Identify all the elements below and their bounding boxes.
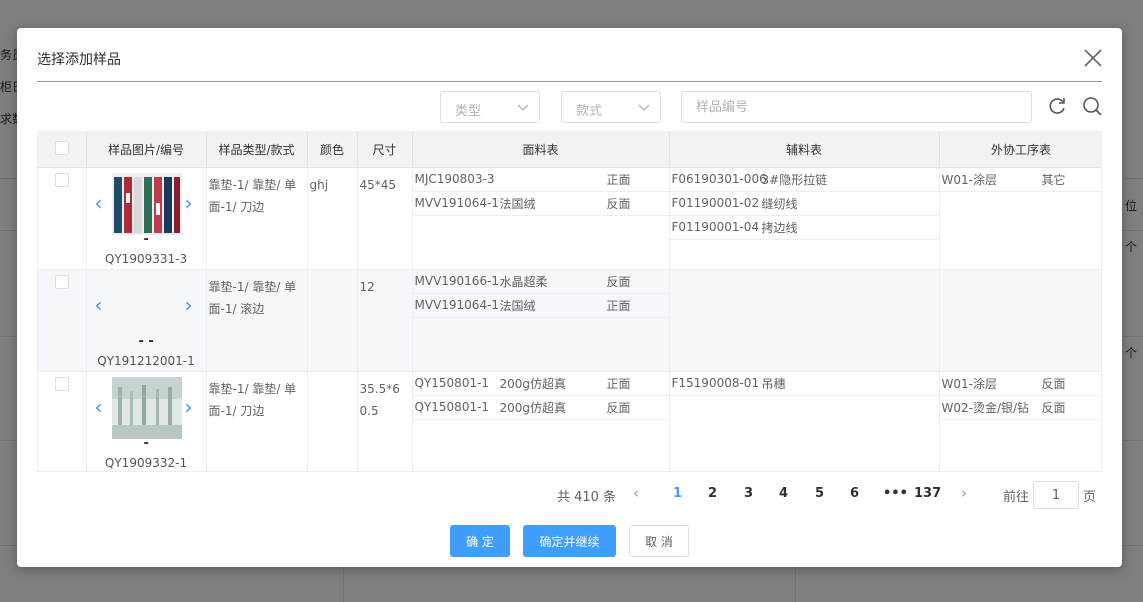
process-cell-empty (939, 269, 1101, 372)
sample-thumbnail[interactable] (111, 172, 182, 235)
search-icon[interactable] (1081, 95, 1103, 117)
sample-color: ghj (309, 177, 329, 192)
sample-size: 35.5*60.5 (359, 381, 400, 418)
sample-type: 靠垫-1/ 靠垫/ 单面-1/ 滚边 (208, 279, 297, 316)
next-image-icon[interactable]: › (185, 397, 193, 417)
accessory-row: F01190001-04 拷边线 (669, 216, 939, 240)
goto-page-input[interactable] (1033, 481, 1079, 509)
type-select-placeholder: 类型 (455, 104, 482, 119)
style-select[interactable]: 款式 (561, 91, 661, 123)
row-checkbox[interactable] (54, 274, 69, 289)
next-page-icon[interactable]: › (961, 484, 967, 502)
chevron-down-icon (638, 104, 650, 111)
sample-color (308, 372, 357, 378)
row-checkbox[interactable] (54, 172, 69, 187)
accessory-row: F06190301-006 3#隐形拉链 (669, 168, 939, 192)
header-accessories: 辅料表 (669, 132, 940, 168)
select-all-checkbox[interactable] (54, 140, 69, 155)
accessory-cell-empty (669, 269, 940, 372)
page-1[interactable]: 1 (673, 486, 682, 501)
select-all-cell (38, 132, 87, 168)
next-image-icon[interactable]: › (185, 193, 193, 213)
sample-code-input[interactable] (681, 91, 1032, 123)
header-fabrics: 面料表 (412, 132, 670, 168)
process-row: W01-涂层 其它 (939, 168, 1101, 192)
dialog-title: 选择添加样品 (37, 52, 121, 68)
sample-type: 靠垫-1/ 靠垫/ 单面-1/ 刀边 (208, 177, 297, 214)
page-3[interactable]: 3 (744, 486, 753, 501)
header-processes: 外协工序表 (939, 132, 1101, 168)
confirm-button[interactable]: 确 定 (450, 525, 510, 557)
fabric-row: MVV190166-1 水晶超柔 反面 (412, 270, 669, 294)
page-6[interactable]: 6 (850, 486, 859, 501)
header-type-style: 样品类型/款式 (206, 132, 308, 168)
sample-code: QY1909331-3 (104, 251, 188, 266)
prev-image-icon[interactable]: ‹ (95, 295, 103, 315)
table-row[interactable]: ‹ › - - QY191212001-1 靠垫-1/ 靠垫/ 单面-1/ 滚边… (38, 269, 1101, 372)
fabric-row: MVV191064-1 法国绒 反面 (412, 192, 669, 216)
title-divider (37, 81, 1102, 82)
pagination-total: 共 410 条 (557, 490, 617, 505)
cancel-button[interactable]: 取 消 (629, 525, 689, 557)
image-dash: - (143, 231, 149, 247)
page-4[interactable]: 4 (779, 486, 788, 501)
sample-table: 样品图片/编号 样品类型/款式 颜色 尺寸 面料表 辅料表 外协工序表 ‹ › … (37, 131, 1102, 472)
process-row: W01-涂层 反面 (939, 372, 1101, 396)
fabric-row: MJC190803-3 正面 (412, 168, 669, 192)
sample-color (308, 270, 357, 276)
add-sample-dialog: 选择添加样品 类型 款式 样品图片/编号 样品类型/款式 颜色 (17, 28, 1122, 567)
process-row: W02-烫金/银/钻 反面 (939, 396, 1101, 420)
sample-size: 45*45 (359, 177, 397, 192)
header-image-code: 样品图片/编号 (86, 132, 207, 168)
header-size: 尺寸 (357, 132, 413, 168)
image-dash: - - (138, 333, 154, 349)
sample-size: 12 (359, 279, 375, 294)
page-last[interactable]: 137 (914, 486, 941, 501)
next-image-icon[interactable]: › (185, 295, 193, 315)
goto-label: 前往 (1003, 490, 1030, 505)
sample-code: QY191212001-1 (97, 353, 195, 368)
sample-code: QY1909332-1 (104, 455, 188, 470)
refresh-icon[interactable] (1046, 95, 1068, 117)
table-row[interactable]: ‹ › - QY1909331-3 靠垫-1/ 靠垫/ 单面-1/ 刀边 ghj… (38, 167, 1101, 270)
page-more[interactable]: ••• (883, 486, 908, 501)
close-icon[interactable] (1082, 47, 1104, 69)
goto-suffix: 页 (1083, 490, 1097, 505)
prev-image-icon[interactable]: ‹ (95, 397, 103, 417)
fabric-row: QY150801-1 200g仿超真 反面 (412, 396, 669, 420)
header-color: 颜色 (307, 132, 358, 168)
accessory-row: F01190001-02 缝纫线 (669, 192, 939, 216)
page-5[interactable]: 5 (815, 486, 824, 501)
table-row[interactable]: ‹ › - QY1909332-1 靠垫-1/ 靠垫/ 单面-1/ 刀边 35.… (38, 371, 1101, 471)
row-checkbox[interactable] (54, 376, 69, 391)
chevron-down-icon (517, 104, 529, 111)
prev-page-icon[interactable]: ‹ (633, 484, 639, 502)
table-header: 样品图片/编号 样品类型/款式 颜色 尺寸 面料表 辅料表 外协工序表 (38, 132, 1101, 168)
type-select[interactable]: 类型 (440, 91, 540, 123)
image-dash: - (143, 435, 149, 451)
sample-type: 靠垫-1/ 靠垫/ 单面-1/ 刀边 (208, 381, 297, 418)
fabric-row: MVV191064-1 法国绒 正面 (412, 294, 669, 318)
confirm-continue-button[interactable]: 确定并继续 (523, 525, 616, 557)
page-2[interactable]: 2 (708, 486, 717, 501)
sample-thumbnail[interactable] (111, 376, 182, 439)
style-select-placeholder: 款式 (576, 104, 603, 119)
fabric-row: QY150801-1 200g仿超真 正面 (412, 372, 669, 396)
accessory-row: F15190008-01 吊穗 (669, 372, 939, 396)
prev-image-icon[interactable]: ‹ (95, 193, 103, 213)
